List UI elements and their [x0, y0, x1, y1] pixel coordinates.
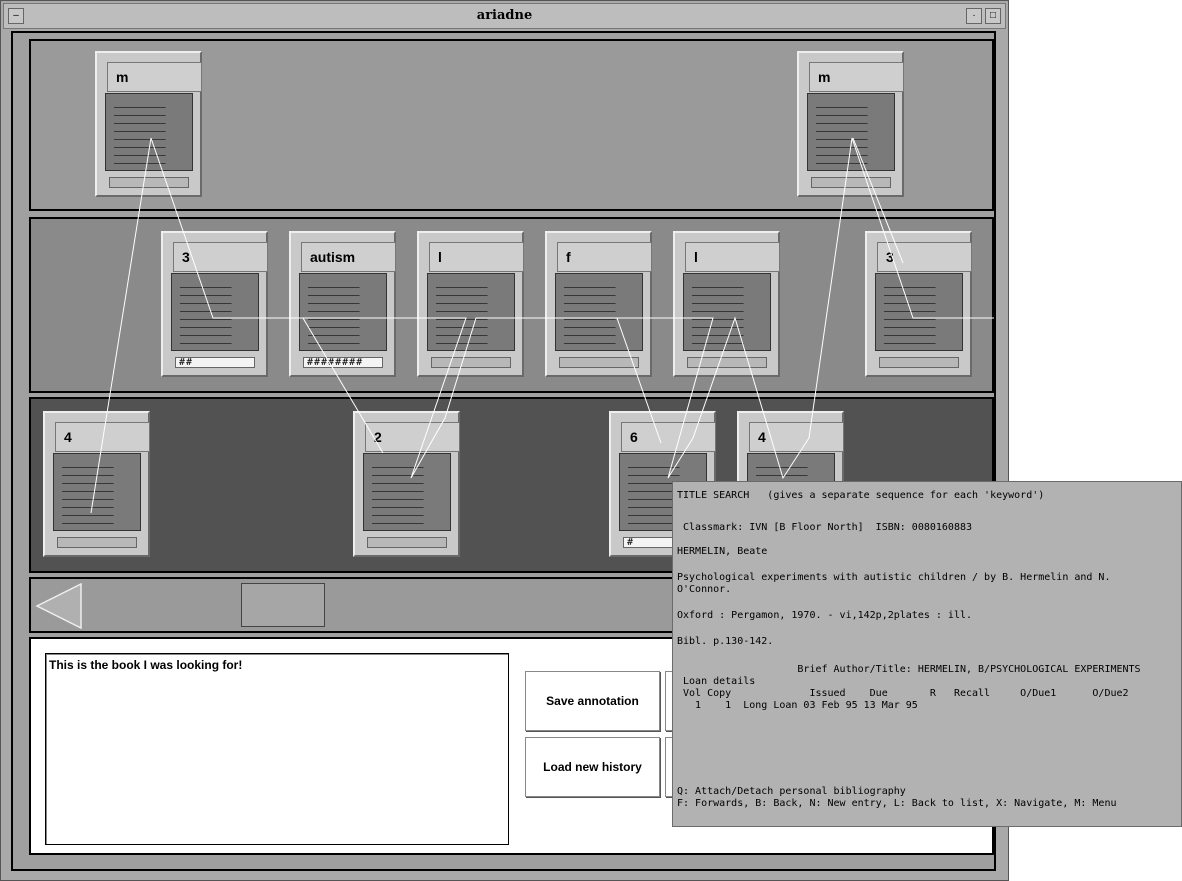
maximize-icon[interactable]: □: [985, 8, 1001, 24]
path-line: [150, 137, 994, 480]
save-annotation-button[interactable]: Save annotation: [525, 671, 660, 731]
popup-author: HERMELIN, Beate: [677, 546, 768, 557]
popup-brief: Brief Author/Title: HERMELIN, B/PSYCHOLO…: [677, 664, 1141, 675]
path-line: [90, 137, 152, 514]
popup-loan-columns: Vol Copy Issued Due R Recall O/Due1 O/Du…: [677, 688, 1129, 699]
scroll-left-arrow-icon[interactable]: [35, 583, 83, 629]
popup-heading: TITLE SEARCH (gives a separate sequence …: [677, 490, 1045, 501]
popup-title-line1: Psychological experiments with autistic …: [677, 572, 1111, 583]
popup-help-2: F: Forwards, B: Back, N: New entry, L: B…: [677, 798, 1117, 809]
popup-help-1: Q: Attach/Detach personal bibliography: [677, 786, 906, 797]
title-bar[interactable]: – ariadne · □: [3, 3, 1006, 29]
path-line: [852, 137, 904, 264]
popup-title-line2: O'Connor.: [677, 584, 732, 595]
annotation-textarea[interactable]: This is the book I was looking for!: [45, 653, 509, 845]
minimize-icon[interactable]: ·: [966, 8, 982, 24]
path-line: [616, 317, 662, 444]
popup-bibl: Bibl. p.130-142.: [677, 636, 774, 647]
catalogue-record-window[interactable]: TITLE SEARCH (gives a separate sequence …: [672, 481, 1182, 827]
path-line: [302, 317, 384, 454]
popup-publisher: Oxford : Pergamon, 1970. - vi,142p,2plat…: [677, 610, 973, 621]
popup-classmark: Classmark: IVN [B Floor North] ISBN: 008…: [677, 522, 973, 533]
load-new-history-button[interactable]: Load new history: [525, 737, 660, 797]
popup-loan-heading: Loan details: [677, 676, 756, 687]
popup-loan-row: 1 1 Long Loan 03 Feb 95 13 Mar 95: [677, 700, 918, 711]
window-title: ariadne: [476, 8, 533, 23]
scroll-thumb[interactable]: [241, 583, 325, 627]
